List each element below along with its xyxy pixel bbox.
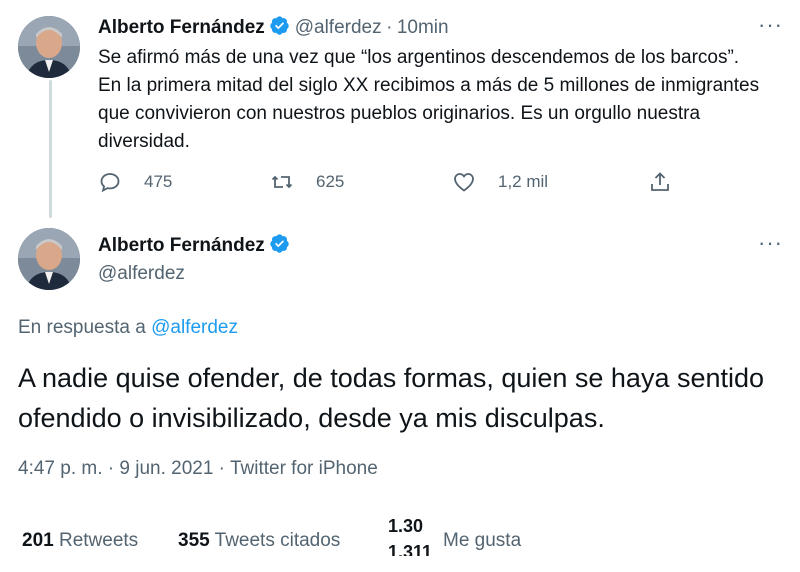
- retweet-button[interactable]: 625: [270, 170, 344, 194]
- source-app[interactable]: Twitter for iPhone: [230, 458, 378, 479]
- likes-count-new: 1.311: [388, 542, 433, 556]
- separator-dot: ·: [386, 17, 393, 38]
- retweet-icon: [271, 175, 293, 189]
- likes-count-old: 1.30: [388, 516, 424, 536]
- quotes-label: Tweets citados: [214, 530, 341, 551]
- likes-label[interactable]: Me gusta: [443, 530, 521, 552]
- retweets-stat[interactable]: 201 Retweets: [22, 530, 138, 552]
- retweets-count: 201: [22, 530, 54, 551]
- avatar[interactable]: [18, 228, 80, 290]
- tweet-header: Alberto Fernández @alferdez · 10min: [98, 15, 449, 39]
- thread-connector: [49, 80, 52, 218]
- tweet-text: A nadie quise ofender, de todas formas, …: [18, 363, 765, 433]
- more-options-icon[interactable]: ···: [758, 12, 783, 38]
- tweet-time[interactable]: 10min: [397, 17, 449, 38]
- author-handle[interactable]: @alferdez: [98, 263, 185, 285]
- avatar[interactable]: [18, 16, 80, 78]
- more-options-icon[interactable]: ···: [758, 230, 783, 256]
- share-icon: [651, 172, 669, 191]
- timestamp[interactable]: 4:47 p. m. · 9 jun. 2021 ·: [18, 458, 230, 479]
- tweet-header: Alberto Fernández: [98, 233, 290, 257]
- reply-count: 475: [144, 172, 173, 191]
- author-name[interactable]: Alberto Fernández: [98, 17, 265, 38]
- like-button[interactable]: 1,2 mil: [452, 170, 548, 194]
- retweet-count: 625: [316, 172, 345, 191]
- quotes-count: 355: [178, 530, 210, 551]
- likes-count-ticker: 1.30 1.311: [388, 516, 438, 556]
- verified-badge-icon: [269, 233, 290, 254]
- tweet-text: Se afirmó más de una vez que “los argent…: [98, 47, 760, 152]
- share-button[interactable]: [648, 170, 694, 194]
- reply-context: En respuesta a @alferdez: [18, 317, 238, 339]
- reply-icon: [100, 173, 120, 193]
- reply-prefix: En respuesta a: [18, 317, 146, 338]
- heart-icon: [454, 173, 474, 192]
- retweets-label: Retweets: [58, 530, 139, 551]
- author-handle[interactable]: @alferdez: [295, 17, 382, 38]
- quotes-stat[interactable]: 355 Tweets citados: [178, 530, 340, 552]
- author-name[interactable]: Alberto Fernández: [98, 235, 265, 256]
- reply-button[interactable]: 475: [98, 170, 172, 194]
- like-count: 1,2 mil: [498, 172, 549, 191]
- tweet-timestamp: 4:47 p. m. · 9 jun. 2021 · Twitter for i…: [18, 458, 378, 480]
- verified-badge-icon: [269, 15, 290, 36]
- reply-to-link[interactable]: @alferdez: [151, 317, 238, 338]
